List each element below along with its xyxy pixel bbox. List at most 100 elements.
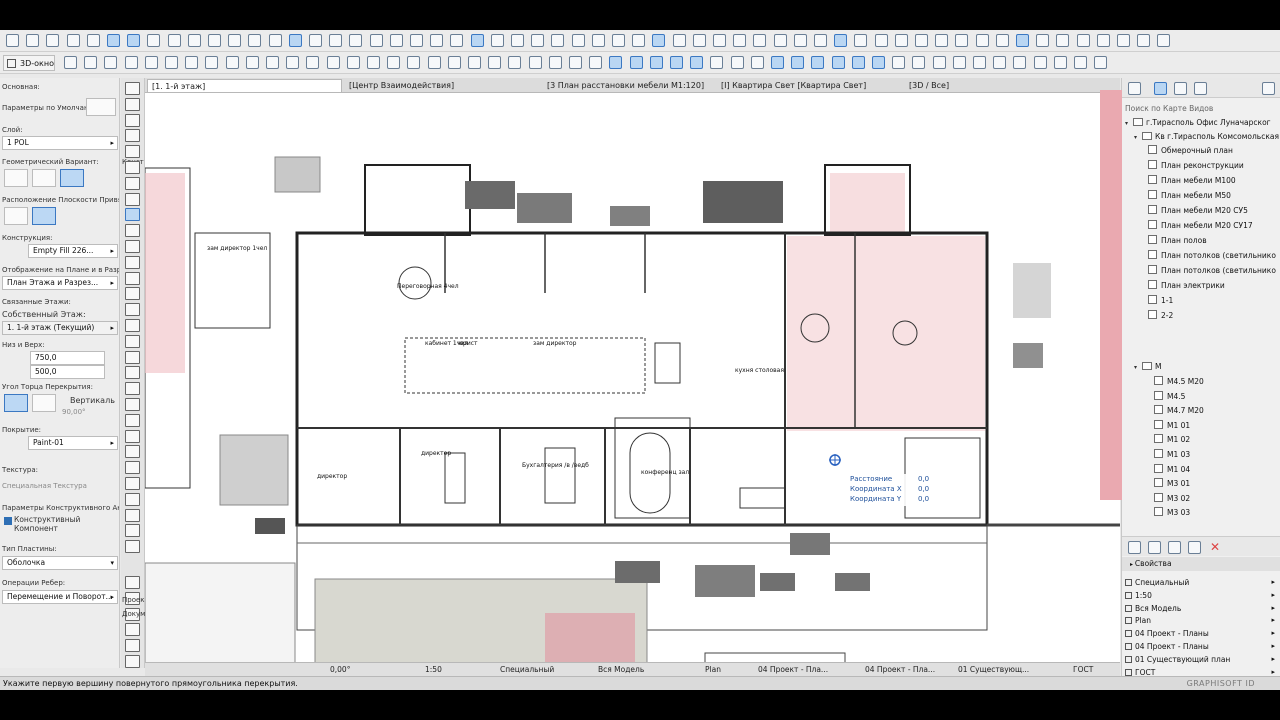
view-item[interactable]: План электрики <box>1148 279 1225 293</box>
toolbar-tool-icon[interactable] <box>6 34 19 47</box>
view-map-search[interactable]: Поиск по Карте Видов <box>1125 102 1278 115</box>
geometry-basic-button[interactable] <box>4 169 28 187</box>
view-subitem[interactable]: M1 02 <box>1154 433 1190 447</box>
geometry-rotated-button[interactable] <box>32 169 56 187</box>
pen-set-field[interactable]: Plan <box>705 664 721 676</box>
edge-ops-select[interactable]: Перемещение и Поворот... ▸ <box>2 590 118 604</box>
dimension-standard[interactable]: ГОСТ <box>1073 664 1093 676</box>
toolbar-option-icon[interactable] <box>690 56 704 69</box>
toolbar-tool-icon[interactable] <box>733 34 747 47</box>
toolbar-tool-icon[interactable] <box>1137 34 1151 47</box>
save-view-icon[interactable] <box>1168 541 1181 554</box>
property-row[interactable]: Plan ▸ <box>1125 614 1277 627</box>
toolbox-tool-icon[interactable] <box>125 161 140 174</box>
view-subitem[interactable]: M3 02 <box>1154 492 1190 506</box>
view-map-icon[interactable] <box>1154 82 1167 95</box>
floor-plan-canvas[interactable]: зам директор 1чел Переговорная 4чел зам … <box>145 93 1120 663</box>
toolbox-tool-icon[interactable] <box>125 576 140 589</box>
menu-icon[interactable] <box>1262 82 1275 95</box>
toolbar-option-icon[interactable] <box>104 56 118 69</box>
layer-combo-2[interactable]: 04 Проект - Пла... <box>865 664 935 676</box>
toolbar-option-icon[interactable] <box>892 56 906 69</box>
toolbox-tool-icon[interactable] <box>125 398 140 411</box>
toolbox-tool-icon[interactable] <box>125 524 140 538</box>
folder-add-icon[interactable] <box>1188 541 1201 554</box>
view-item[interactable]: План потолков (светильнико <box>1148 249 1276 263</box>
toolbar-option-icon[interactable] <box>912 56 926 69</box>
toolbox-tool-icon[interactable] <box>125 208 140 222</box>
new-view-icon[interactable] <box>1128 541 1141 554</box>
toolbar-option-icon[interactable] <box>1053 56 1067 69</box>
view-subitem[interactable]: M1 04 <box>1154 463 1190 477</box>
toolbox-tool-icon[interactable] <box>125 176 140 190</box>
toolbar-tool-icon[interactable] <box>46 34 60 47</box>
toolbar-tool-icon[interactable] <box>511 34 524 47</box>
toolbar-tool-icon[interactable] <box>268 34 282 47</box>
toolbar-tool-icon[interactable] <box>531 34 545 47</box>
toolbar-tool-icon[interactable] <box>955 34 969 47</box>
view-subitem[interactable]: M4.5 M20 <box>1154 375 1204 389</box>
toolbar-option-icon[interactable] <box>367 56 380 69</box>
view-item[interactable]: План мебели М20 СУ17 <box>1148 219 1253 233</box>
toolbar-option-icon[interactable] <box>144 56 158 69</box>
toolbox-tool-icon[interactable] <box>125 413 140 427</box>
toolbar-option-icon[interactable] <box>609 56 623 69</box>
toolbox-tool-icon[interactable] <box>125 350 140 364</box>
toolbox-tool-icon[interactable] <box>125 113 140 127</box>
model-field[interactable]: Вся Модель <box>598 664 644 676</box>
toolbar-tool-icon[interactable] <box>713 34 726 47</box>
toolbar-option-icon[interactable] <box>488 56 502 69</box>
toolbox-tool-icon[interactable] <box>125 366 140 380</box>
view-item[interactable]: План реконструкции <box>1148 159 1244 173</box>
toolbox-tool-icon[interactable] <box>125 129 140 143</box>
edge-vertical-button[interactable] <box>4 394 28 412</box>
tab-floor-1[interactable]: [1. 1-й этаж] <box>147 79 342 92</box>
toolbar-tool-icon[interactable] <box>894 34 908 47</box>
toolbar-tool-icon[interactable] <box>612 34 625 47</box>
layout-book-icon[interactable] <box>1174 82 1187 95</box>
toolbar-tool-icon[interactable] <box>450 34 464 47</box>
toolbar-tool-icon[interactable] <box>652 34 666 47</box>
structure-display-field[interactable]: Специальный <box>500 664 554 676</box>
toolbar-tool-icon[interactable] <box>1056 34 1070 47</box>
surface-select[interactable]: Paint-01 ▸ <box>28 436 118 450</box>
toolbar-tool-icon[interactable] <box>814 34 827 47</box>
toolbar-option-icon[interactable] <box>710 56 724 69</box>
toolbar-option-icon[interactable] <box>306 56 320 69</box>
property-row[interactable]: 04 Проект - Планы ▸ <box>1125 640 1277 653</box>
toolbar-option-icon[interactable] <box>165 56 178 69</box>
toolbar-tool-icon[interactable] <box>288 34 302 47</box>
toolbox-tool-icon[interactable] <box>125 477 140 490</box>
tab-furniture-plan[interactable]: [3 План расстановки мебели М1:120] <box>543 79 713 92</box>
toolbox-tool-icon[interactable] <box>125 287 140 301</box>
toolbox-tool-icon[interactable] <box>125 508 140 522</box>
toolbar-option-icon[interactable] <box>932 56 946 69</box>
layer-combo-1[interactable]: 04 Проект - Пла... <box>758 664 828 676</box>
toolbar-option-icon[interactable] <box>64 56 77 69</box>
structure-select[interactable]: Empty Fill 226... ▸ <box>28 244 118 258</box>
toolbox-tool-icon[interactable] <box>125 271 140 285</box>
view-item[interactable]: План мебели М50 <box>1148 189 1231 203</box>
tree-folder-m[interactable]: ▾ М <box>1134 360 1161 374</box>
toolbox-tool-icon[interactable] <box>125 639 140 653</box>
toolbar-option-icon[interactable] <box>993 56 1007 69</box>
toolbar-tool-icon[interactable] <box>1076 34 1090 47</box>
toolbar-tool-icon[interactable] <box>490 34 504 47</box>
top-input[interactable]: 500,0 <box>30 365 105 379</box>
view-subitem[interactable]: M1 03 <box>1154 448 1190 462</box>
toolbar-tool-icon[interactable] <box>248 34 262 47</box>
toolbar-tool-icon[interactable] <box>632 34 646 47</box>
toolbox-tool-icon[interactable] <box>125 492 140 506</box>
toolbox-tool-icon[interactable] <box>125 255 140 269</box>
toolbar-option-icon[interactable] <box>387 56 401 69</box>
tab-apartment[interactable]: [I] Квартира Свет [Квартира Свет] <box>717 79 902 92</box>
toolbox-tool-icon[interactable] <box>125 461 140 475</box>
view-item[interactable]: План мебели М100 <box>1148 174 1236 188</box>
property-row[interactable]: Специальный ▸ <box>1125 576 1277 589</box>
graphisoft-id[interactable]: GRAPHISOFT ID <box>1187 677 1255 690</box>
toolbar-option-icon[interactable] <box>952 56 966 69</box>
tree-group[interactable]: ▾ Кв г.Тирасполь Комсомольская <box>1134 130 1279 144</box>
toolbar-option-icon[interactable] <box>1094 56 1108 69</box>
toolbox-tool-icon[interactable] <box>125 623 140 637</box>
plane-bottom-button[interactable] <box>32 207 56 225</box>
